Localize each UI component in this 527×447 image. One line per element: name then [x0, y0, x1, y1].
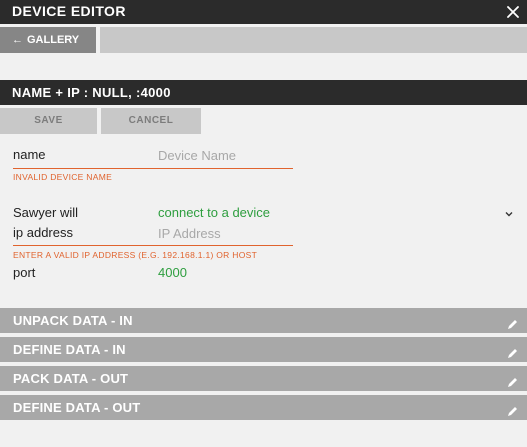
- ip-error: ENTER A VALID IP ADDRESS (E.G. 192.168.1…: [13, 250, 258, 260]
- port-value[interactable]: 4000: [158, 265, 187, 280]
- pencil-icon[interactable]: [506, 401, 519, 416]
- mode-label: Sawyer will: [13, 205, 79, 220]
- ip-address-input[interactable]: [158, 225, 293, 241]
- gallery-back-button[interactable]: ← GALLERY: [0, 27, 96, 53]
- pencil-icon[interactable]: [506, 343, 519, 358]
- pencil-icon[interactable]: [506, 372, 519, 387]
- pencil-icon[interactable]: [506, 314, 519, 329]
- nav-bar: ← GALLERY: [0, 26, 527, 54]
- panel-define-data-out[interactable]: DEFINE DATA - OUT: [0, 395, 527, 420]
- panel-label: DEFINE DATA - OUT: [13, 400, 141, 415]
- ip-label: ip address: [13, 225, 73, 240]
- panel-pack-data-out[interactable]: PACK DATA - OUT: [0, 366, 527, 391]
- panel-label: PACK DATA - OUT: [13, 371, 129, 386]
- panel-label: DEFINE DATA - IN: [13, 342, 126, 357]
- panel-define-data-in[interactable]: DEFINE DATA - IN: [0, 337, 527, 362]
- close-icon[interactable]: [505, 3, 521, 21]
- title-bar: DEVICE EDITOR: [0, 0, 527, 24]
- port-label: port: [13, 265, 36, 280]
- panel-unpack-data-in[interactable]: UNPACK DATA - IN: [0, 308, 527, 333]
- cancel-button[interactable]: CANCEL: [101, 108, 201, 134]
- nav-bar-fill: [100, 27, 527, 53]
- device-header: NAME + IP : NULL, :4000: [0, 80, 527, 105]
- panel-label: UNPACK DATA - IN: [13, 313, 133, 328]
- mode-select[interactable]: connect to a device: [158, 205, 270, 220]
- name-error: INVALID DEVICE NAME: [13, 172, 113, 182]
- ip-input-underline: [13, 245, 293, 246]
- back-arrow-icon: ←: [12, 34, 23, 46]
- gallery-label: GALLERY: [27, 34, 80, 46]
- device-name-input[interactable]: [158, 147, 293, 163]
- chevron-down-icon[interactable]: [503, 207, 515, 219]
- name-label: name: [13, 147, 46, 162]
- save-button[interactable]: SAVE: [0, 108, 97, 134]
- window-title: DEVICE EDITOR: [12, 3, 126, 19]
- name-input-underline: [13, 168, 293, 169]
